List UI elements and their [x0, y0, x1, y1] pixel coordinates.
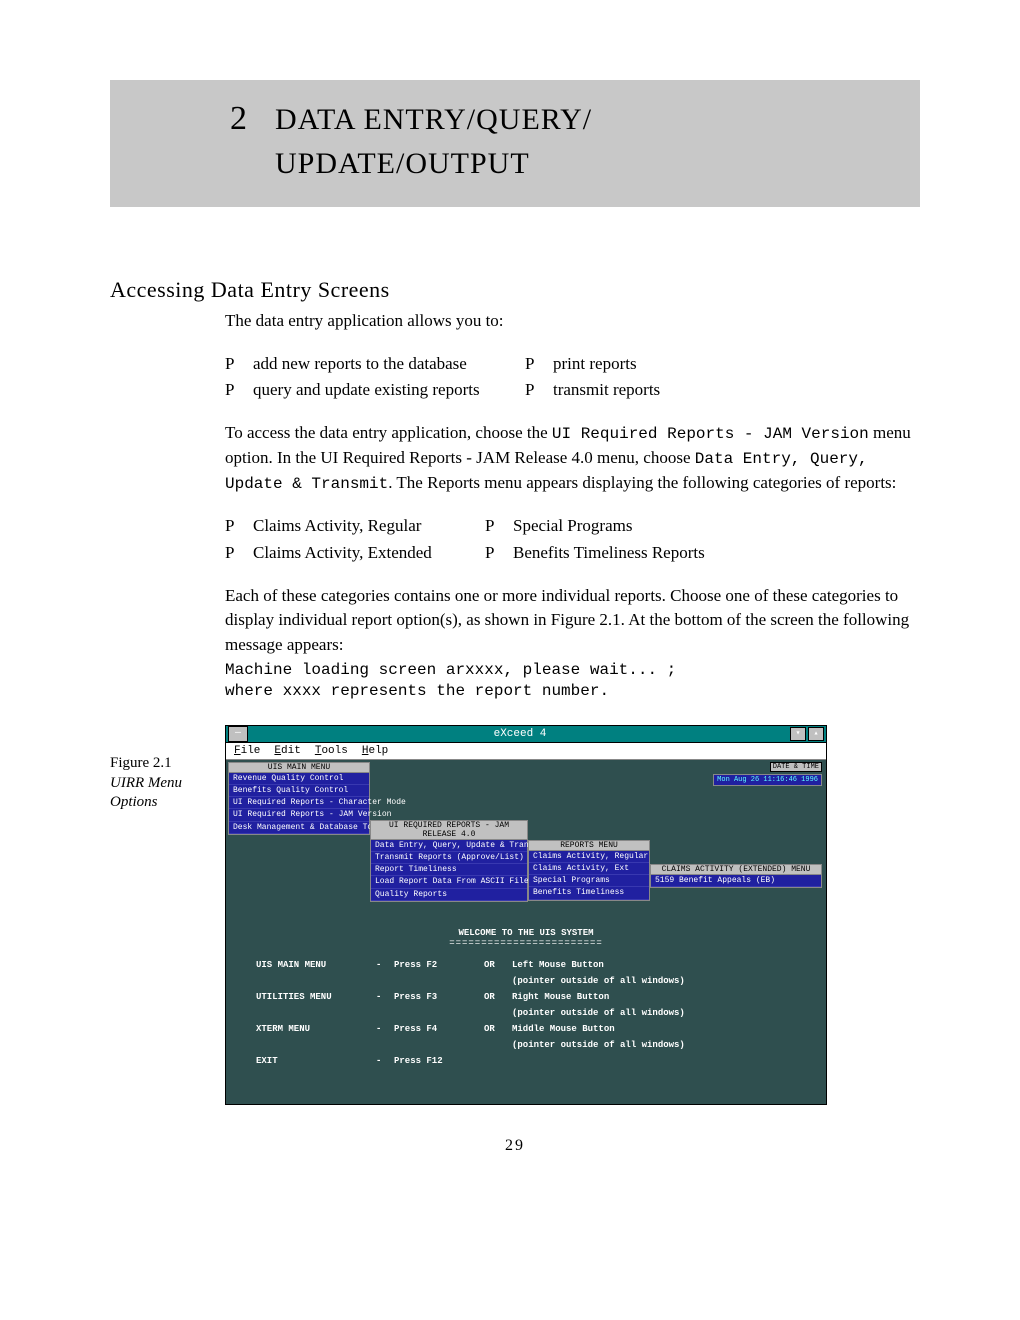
menu-item[interactable]: Special Programs — [529, 875, 649, 887]
menu-title: UI REQUIRED REPORTS - JAM RELEASE 4.0 — [371, 821, 527, 840]
menu-file[interactable]: File — [234, 745, 260, 757]
bullet-text: Special Programs — [513, 514, 632, 539]
claims-extended-menu: CLAIMS ACTIVITY (EXTENDED) MENU 5159 Ben… — [650, 864, 822, 888]
bullet-icon: P — [485, 514, 513, 539]
menu-item[interactable]: Claims Activity, Regular — [529, 851, 649, 863]
bullet-text: Benefits Timeliness Reports — [513, 541, 705, 566]
message-code-block: Machine loading screen arxxxx, please wa… — [225, 660, 920, 703]
bullet-text: query and update existing reports — [253, 378, 480, 403]
ui-required-reports-menu: UI REQUIRED REPORTS - JAM RELEASE 4.0 Da… — [370, 820, 528, 902]
help-row: UTILITIES MENU - Press F3 OR Right Mouse… — [256, 992, 796, 1002]
app-body: DATE & TIME Mon Aug 26 11:16:46 1996 UIS… — [226, 760, 826, 1104]
system-menu-icon[interactable]: — — [228, 726, 248, 742]
bullet-text: Claims Activity, Extended — [253, 541, 432, 566]
window-titlebar[interactable]: — eXceed 4 ▾ ▴ — [226, 726, 826, 743]
minimize-icon[interactable]: ▾ — [790, 727, 806, 741]
menu-item[interactable]: UI Required Reports - JAM Version — [229, 809, 369, 821]
maximize-icon[interactable]: ▴ — [808, 727, 824, 741]
menu-edit[interactable]: Edit — [274, 745, 300, 757]
menu-item[interactable]: Quality Reports — [371, 889, 527, 901]
menu-help[interactable]: Help — [362, 745, 388, 757]
menu-item[interactable]: Benefits Timeliness — [529, 887, 649, 899]
datetime-label: DATE & TIME — [770, 762, 822, 772]
menu-item[interactable]: Desk Management & Database Tools — [229, 822, 369, 834]
welcome-title: WELCOME TO THE UIS SYSTEM — [256, 928, 796, 938]
bullet-icon: P — [225, 378, 253, 403]
chapter-header: 2 DATA ENTRY/QUERY/UPDATE/OUTPUT — [110, 80, 920, 207]
menubar: File Edit Tools Help — [226, 743, 826, 760]
help-row: XTERM MENU - Press F4 OR Middle Mouse Bu… — [256, 1024, 796, 1034]
chapter-title-text: DATA ENTRY/QUERY/UPDATE/OUTPUT — [275, 103, 592, 180]
uis-main-menu: UIS MAIN MENU Revenue Quality Control Be… — [228, 762, 370, 835]
bullet-text: add new reports to the database — [253, 352, 467, 377]
menu-item[interactable]: Claims Activity, Ext — [529, 863, 649, 875]
capability-list: Padd new reports to the database Pquery … — [225, 352, 920, 403]
document-page: 2 DATA ENTRY/QUERY/UPDATE/OUTPUT Accessi… — [0, 0, 1020, 1215]
body-text: The data entry application allows you to… — [225, 309, 920, 703]
page-number: 29 — [110, 1137, 920, 1155]
menu-title: CLAIMS ACTIVITY (EXTENDED) MENU — [651, 865, 821, 875]
figure-caption-text: UIRR Menu Options — [110, 774, 225, 813]
menu-item[interactable]: Transmit Reports (Approve/List) — [371, 852, 527, 864]
figure-row: Figure 2.1 UIRR Menu Options — eXceed 4 … — [110, 725, 920, 1105]
menu-title: UIS MAIN MENU — [229, 763, 369, 773]
menu-title: REPORTS MENU — [529, 841, 649, 851]
bullet-icon: P — [225, 514, 253, 539]
welcome-underline: ======================== — [256, 938, 796, 948]
chapter-number: 2 — [230, 100, 247, 138]
bullet-icon: P — [485, 541, 513, 566]
screenshot-window: — eXceed 4 ▾ ▴ File Edit Tools Help DATE… — [225, 725, 827, 1105]
welcome-text: WELCOME TO THE UIS SYSTEM ==============… — [256, 928, 796, 1072]
intro-para: The data entry application allows you to… — [225, 309, 920, 334]
help-row: EXIT - Press F12 — [256, 1056, 796, 1066]
section-heading: Accessing Data Entry Screens — [110, 277, 920, 303]
bullet-text: print reports — [553, 352, 637, 377]
menu-item[interactable]: Report Timeliness — [371, 864, 527, 876]
category-list: PClaims Activity, Regular PClaims Activi… — [225, 514, 920, 565]
menu-tools[interactable]: Tools — [315, 745, 348, 757]
bullet-text: Claims Activity, Regular — [253, 514, 421, 539]
bullet-icon: P — [525, 378, 553, 403]
menu-item[interactable]: 5159 Benefit Appeals (EB) — [651, 875, 821, 887]
figure-caption: Figure 2.1 UIRR Menu Options — [110, 725, 225, 813]
menu-item[interactable]: Load Report Data From ASCII File — [371, 876, 527, 888]
bullet-icon: P — [525, 352, 553, 377]
chapter-title: DATA ENTRY/QUERY/UPDATE/OUTPUT — [275, 98, 592, 185]
menu-item[interactable]: UI Required Reports - Character Mode — [229, 797, 369, 809]
bullet-icon: P — [225, 352, 253, 377]
menu-option-code: UI Required Reports - JAM Version — [552, 425, 869, 443]
bullet-text: transmit reports — [553, 378, 660, 403]
menu-item[interactable]: Data Entry, Query, Update & Transmit — [371, 840, 527, 852]
bullet-icon: P — [225, 541, 253, 566]
window-title: eXceed 4 — [250, 728, 790, 740]
access-paragraph: To access the data entry application, ch… — [225, 421, 920, 497]
figure-label: Figure 2.1 — [110, 755, 225, 772]
menu-item[interactable]: Benefits Quality Control — [229, 785, 369, 797]
help-row: UIS MAIN MENU - Press F2 OR Left Mouse B… — [256, 960, 796, 970]
datetime-value: Mon Aug 26 11:16:46 1996 — [713, 774, 822, 786]
menu-item[interactable]: Revenue Quality Control — [229, 773, 369, 785]
reports-menu: REPORTS MENU Claims Activity, Regular Cl… — [528, 840, 650, 901]
category-paragraph: Each of these categories contains one or… — [225, 584, 920, 658]
